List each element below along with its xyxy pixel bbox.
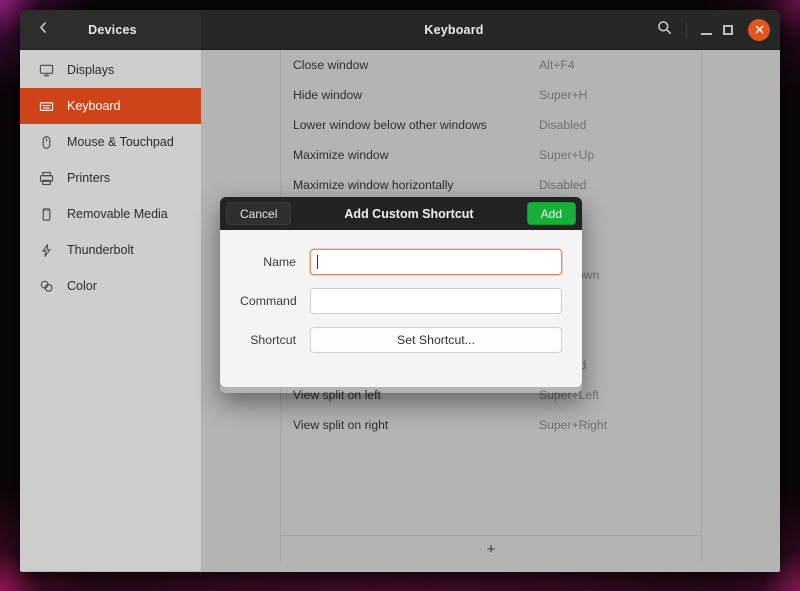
sidebar: Displays Keyboard	[20, 50, 202, 571]
command-label: Command	[240, 294, 310, 308]
name-label: Name	[240, 255, 310, 269]
sidebar-item-displays[interactable]: Displays	[20, 52, 201, 88]
sidebar-item-color[interactable]: Color	[20, 268, 201, 304]
breadcrumb-devices: Devices	[58, 23, 167, 37]
shortcut-key: Super+Left	[539, 388, 689, 402]
sidebar-item-label: Mouse & Touchpad	[67, 135, 174, 149]
set-shortcut-button[interactable]: Set Shortcut...	[310, 327, 562, 353]
keyboard-icon	[38, 98, 55, 115]
dialog-form: Name Command Shortcut Set Shortcut...	[220, 230, 582, 387]
shortcut-name: View split on right	[293, 418, 539, 432]
shortcut-key: Super+H	[539, 88, 689, 102]
command-field-row: Command	[240, 288, 562, 314]
search-button[interactable]	[650, 16, 678, 44]
maximize-button[interactable]	[717, 19, 739, 41]
shortcut-key: Alt+F4	[539, 58, 689, 72]
shortcut-key: Super+Up	[539, 148, 689, 162]
sidebar-item-keyboard[interactable]: Keyboard	[20, 88, 201, 124]
header-bar: Devices Keyboard	[20, 10, 780, 50]
minimize-button[interactable]	[695, 19, 717, 41]
shortcut-key: Disabled	[539, 178, 689, 192]
shortcut-name: Maximize window	[293, 148, 539, 162]
name-field-row: Name	[240, 249, 562, 275]
add-shortcut-button[interactable]: +	[281, 535, 701, 562]
name-input[interactable]	[310, 249, 562, 275]
sidebar-item-label: Displays	[67, 63, 114, 77]
display-icon	[38, 62, 55, 79]
dialog-title: Add Custom Shortcut	[291, 207, 526, 221]
header-left-pane: Devices	[20, 10, 202, 49]
add-button[interactable]: Add	[527, 202, 576, 225]
shortcut-name: Hide window	[293, 88, 539, 102]
close-icon	[755, 21, 764, 39]
command-input[interactable]	[310, 288, 562, 314]
sidebar-item-removable-media[interactable]: Removable Media	[20, 196, 201, 232]
sidebar-item-label: Keyboard	[67, 99, 121, 113]
page-title: Keyboard	[202, 23, 646, 37]
sidebar-item-label: Removable Media	[67, 207, 168, 221]
plus-icon: +	[487, 541, 496, 558]
shortcut-name: Maximize window horizontally	[293, 178, 539, 192]
table-row[interactable]: View split on right Super+Right	[281, 410, 701, 440]
table-row[interactable]: Close window Alt+F4	[281, 50, 701, 80]
minimize-icon	[701, 33, 712, 35]
sidebar-item-printers[interactable]: Printers	[20, 160, 201, 196]
text-caret	[317, 255, 318, 269]
back-button[interactable]	[28, 15, 58, 45]
shortcut-name: Close window	[293, 58, 539, 72]
maximize-icon	[723, 25, 733, 35]
table-row[interactable]: Maximize window Super+Up	[281, 140, 701, 170]
shortcut-name: View split on left	[293, 388, 539, 402]
table-row[interactable]: Lower window below other windows Disable…	[281, 110, 701, 140]
shortcut-field-row: Shortcut Set Shortcut...	[240, 327, 562, 353]
table-row[interactable]: Maximize window horizontally Disabled	[281, 170, 701, 200]
shortcut-name: Lower window below other windows	[293, 118, 539, 132]
removable-media-icon	[38, 206, 55, 223]
shortcut-key: Super+Right	[539, 418, 689, 432]
search-icon	[657, 20, 672, 40]
sidebar-item-label: Thunderbolt	[67, 243, 134, 257]
table-row[interactable]: Hide window Super+H	[281, 80, 701, 110]
thunderbolt-icon	[38, 242, 55, 259]
sidebar-item-label: Color	[67, 279, 97, 293]
list-spacer	[281, 440, 701, 535]
add-custom-shortcut-dialog: Cancel Add Custom Shortcut Add Name Comm…	[220, 197, 582, 387]
mouse-icon	[38, 134, 55, 151]
color-icon	[38, 278, 55, 295]
header-right-pane: Keyboard	[202, 10, 780, 49]
dialog-header: Cancel Add Custom Shortcut Add	[220, 197, 582, 230]
header-separator	[686, 22, 687, 38]
shortcut-key: Disabled	[539, 118, 689, 132]
sidebar-item-thunderbolt[interactable]: Thunderbolt	[20, 232, 201, 268]
shortcut-label: Shortcut	[240, 333, 310, 347]
settings-window: Devices Keyboard	[20, 10, 780, 572]
chevron-left-icon	[37, 21, 50, 39]
sidebar-item-mouse-touchpad[interactable]: Mouse & Touchpad	[20, 124, 201, 160]
printer-icon	[38, 170, 55, 187]
close-button[interactable]	[748, 19, 770, 41]
sidebar-item-label: Printers	[67, 171, 110, 185]
cancel-button[interactable]: Cancel	[226, 202, 291, 225]
